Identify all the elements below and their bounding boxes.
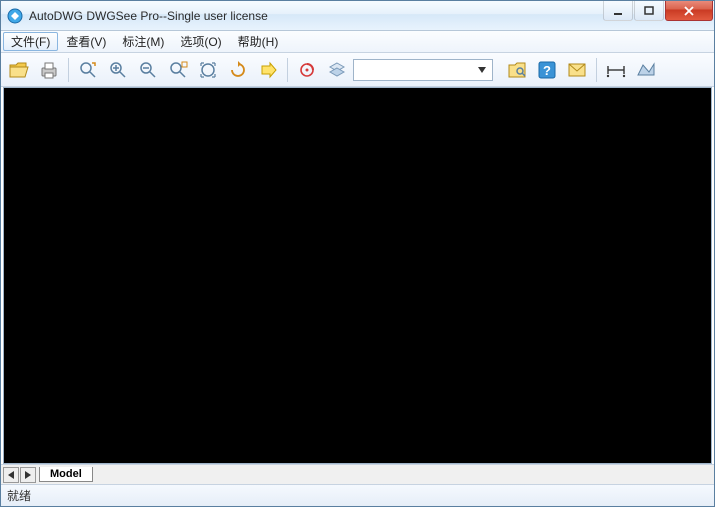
close-button[interactable]	[665, 1, 713, 21]
drawing-canvas[interactable]	[3, 87, 712, 464]
window-buttons	[603, 1, 714, 30]
print-button[interactable]	[35, 56, 63, 84]
separator	[287, 58, 288, 82]
menu-file[interactable]: 文件(F)	[3, 32, 58, 51]
layout-combo[interactable]	[353, 59, 493, 81]
layers-button[interactable]	[323, 56, 351, 84]
toolbar: ?	[1, 53, 714, 87]
minimize-button[interactable]	[603, 1, 633, 21]
window-title: AutoDWG DWGSee Pro--Single user license	[29, 9, 603, 23]
zoom-in-button[interactable]	[104, 56, 132, 84]
titlebar: AutoDWG DWGSee Pro--Single user license	[1, 1, 714, 31]
tab-scroll-right[interactable]	[20, 467, 36, 483]
menubar: 文件(F) 查看(V) 标注(M) 选项(O) 帮助(H)	[1, 31, 714, 53]
app-icon	[7, 8, 23, 24]
separator	[68, 58, 69, 82]
menu-markup[interactable]: 标注(M)	[114, 31, 172, 52]
zoom-all-button[interactable]	[194, 56, 222, 84]
svg-text:?: ?	[543, 63, 551, 78]
menu-view[interactable]: 查看(V)	[58, 31, 114, 52]
mail-button[interactable]	[563, 56, 591, 84]
menu-option[interactable]: 选项(O)	[172, 31, 229, 52]
measure-button[interactable]	[602, 56, 630, 84]
status-text: 就绪	[7, 487, 31, 504]
help-button[interactable]: ?	[533, 56, 561, 84]
rotate-button[interactable]	[224, 56, 252, 84]
open-button[interactable]	[5, 56, 33, 84]
regen-button[interactable]	[293, 56, 321, 84]
zoom-out-button[interactable]	[134, 56, 162, 84]
layout-tabstrip: Model	[1, 464, 714, 484]
maximize-button[interactable]	[634, 1, 664, 21]
area-button[interactable]	[632, 56, 660, 84]
find-button[interactable]	[503, 56, 531, 84]
zoom-extents-button[interactable]	[164, 56, 192, 84]
zoom-window-button[interactable]	[74, 56, 102, 84]
tab-model[interactable]: Model	[39, 467, 93, 482]
separator	[596, 58, 597, 82]
tab-scroll-left[interactable]	[3, 467, 19, 483]
statusbar: 就绪	[1, 484, 714, 506]
app-window: AutoDWG DWGSee Pro--Single user license …	[0, 0, 715, 507]
next-button[interactable]	[254, 56, 282, 84]
menu-help[interactable]: 帮助(H)	[230, 31, 287, 52]
chevron-down-icon	[474, 67, 490, 73]
